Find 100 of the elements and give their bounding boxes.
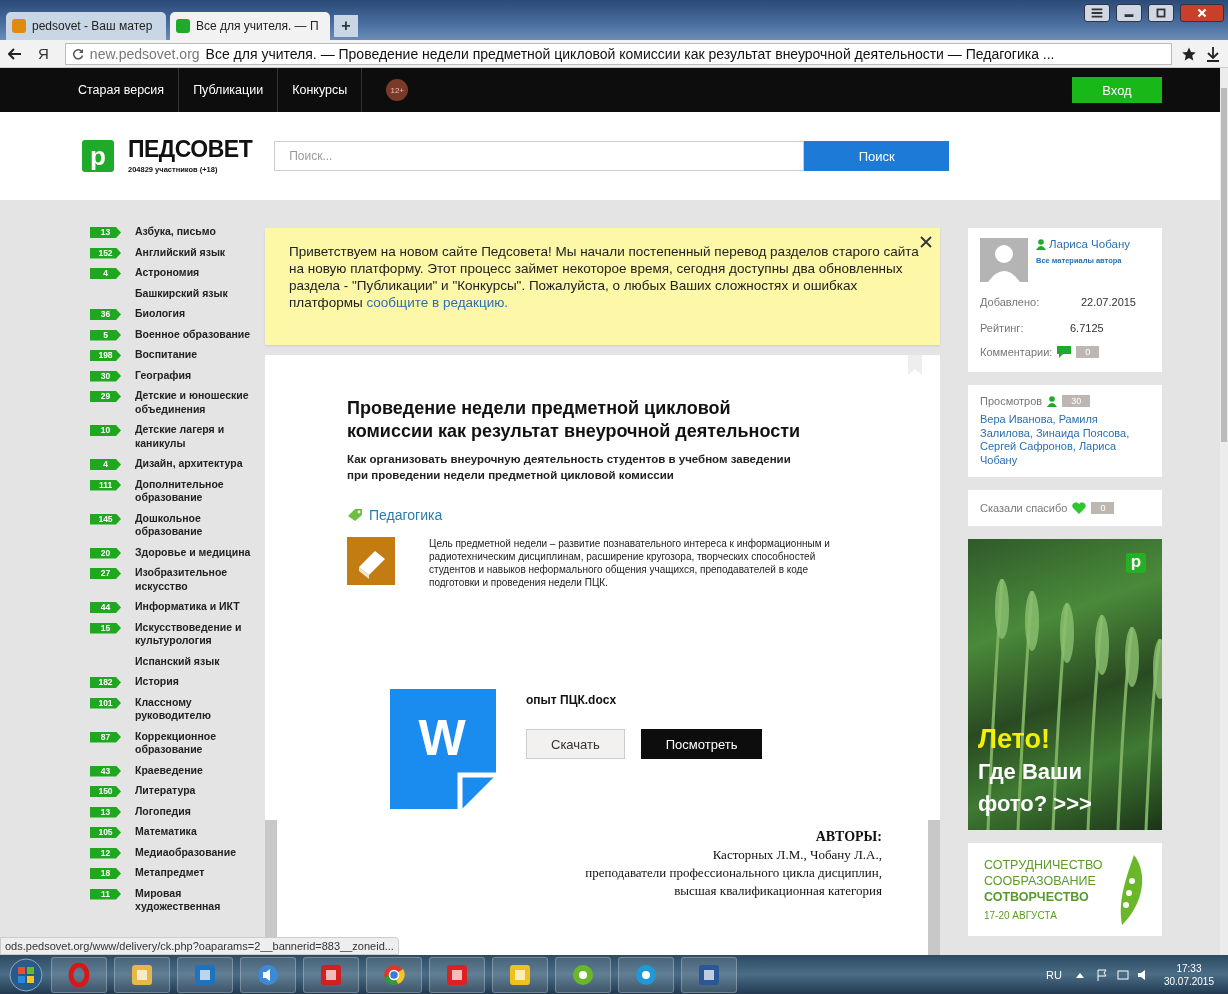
star-icon[interactable] — [1182, 46, 1196, 61]
count-badge: 101 — [90, 697, 121, 709]
skype-taskbar-button[interactable] — [618, 956, 674, 993]
category-link[interactable]: Метапредмет — [135, 866, 265, 880]
category-link[interactable]: Коррекционное образование — [135, 729, 265, 757]
count-badge: 87 — [90, 731, 121, 743]
views-label: Просмотров — [980, 395, 1043, 407]
document-line: Касторных Л.М., Чобану Л.А., — [711, 846, 882, 864]
ad-text: СОТВОРЧЕСТВО — [984, 889, 1090, 905]
document-heading: АВТОРЫ: — [814, 828, 882, 846]
view-button[interactable]: Посмотреть — [640, 729, 763, 759]
download-button[interactable]: Скачать — [526, 729, 625, 759]
category-link[interactable]: История — [135, 675, 265, 689]
category-link[interactable]: Краеведение — [135, 763, 265, 777]
viewer-names[interactable]: Вера Иванова, Рамиля Залилова, Зинаида Поясова, Сергей Сафронов, Лариса Чобану — [980, 413, 1150, 467]
count-badge: 29 — [90, 391, 121, 402]
author-link[interactable]: Лариса Чобану — [1049, 238, 1130, 250]
category-link[interactable]: Детские и юношеские объединения — [135, 389, 265, 416]
category-link[interactable]: Дополнительное образование — [135, 477, 265, 505]
word-app-taskbar-button[interactable] — [681, 956, 737, 993]
restore-icon[interactable] — [1148, 4, 1174, 22]
close-icon[interactable] — [920, 236, 932, 248]
category-link[interactable]: Классному руководителю — [135, 695, 265, 723]
download-icon[interactable] — [1206, 45, 1220, 62]
count-badge: 13 — [90, 806, 121, 818]
speaker-taskbar-button[interactable] — [240, 956, 296, 993]
menu-icon[interactable] — [1084, 4, 1110, 22]
browser-tab[interactable]: Все для учителя. — П — [170, 12, 330, 40]
category-link[interactable]: Логопедия — [135, 804, 265, 818]
clock[interactable]: 17:33 30.07.2015 — [1163, 961, 1214, 988]
address-bar[interactable]: new.pedsovet.org Все для учителя. — Проведение недели предметной цикловой комиссии как результат внеурочной деятельности — Педагогика ... — [64, 42, 1172, 65]
person-icon — [1047, 395, 1058, 407]
chrome-icon — [382, 962, 406, 987]
category-link[interactable]: Изобразительное искусство — [135, 566, 265, 593]
ad-text: СОТРУДНИЧЕСТВО — [984, 857, 1104, 873]
search-field[interactable]: Поиск... — [274, 141, 805, 171]
category-link[interactable]: География — [135, 368, 265, 382]
torrent-taskbar-button[interactable] — [555, 956, 611, 993]
category-link[interactable]: Астрономия — [135, 266, 265, 280]
yandex-taskbar-button[interactable] — [429, 956, 485, 993]
count-badge: 152 — [90, 247, 121, 259]
info-value: 6.7125 — [1070, 322, 1105, 334]
word-document-icon: W — [390, 689, 496, 809]
category-link[interactable]: Башкирский язык — [135, 286, 265, 300]
minimize-icon[interactable] — [1116, 4, 1142, 22]
search-button[interactable]: Поиск — [804, 141, 950, 171]
ad-banner[interactable]: СОТРУДНИЧЕСТВО СООБРАЗОВАНИЕ СОТВОРЧЕСТВО 17-20 АВГУСТА — [968, 843, 1162, 936]
chrome-taskbar-button[interactable] — [366, 956, 422, 993]
category-tag-link[interactable]: Педагогика — [369, 507, 443, 523]
scrollbar-thumb[interactable] — [1221, 88, 1227, 442]
back-arrow-icon[interactable] — [8, 47, 22, 60]
media-player-taskbar-button[interactable] — [177, 956, 233, 993]
new-tab-button[interactable]: + — [334, 15, 358, 37]
start-button[interactable] — [8, 956, 44, 993]
browser-tab[interactable]: pedsovet - Ваш матер — [6, 12, 166, 40]
yandex-button[interactable]: Я — [32, 45, 55, 62]
book-icon — [347, 537, 395, 585]
count-badge: 4 — [90, 459, 121, 470]
category-link[interactable]: Детские лагеря и каникулы — [135, 423, 265, 450]
category-link[interactable]: Искусствоведение и культурология — [135, 620, 265, 648]
folder-taskbar-button[interactable] — [114, 956, 170, 993]
close-icon[interactable] — [1180, 4, 1224, 22]
count-badge: 11 — [90, 888, 121, 900]
category-link[interactable]: Литература — [135, 784, 265, 798]
reload-icon[interactable] — [71, 47, 84, 60]
music-app-taskbar-button[interactable] — [492, 956, 548, 993]
count-badge: 20 — [90, 547, 121, 559]
torrent-icon — [571, 962, 595, 987]
category-link[interactable]: Мировая художественная — [135, 886, 265, 914]
category-link[interactable]: Испанский язык — [135, 654, 265, 668]
count-badge: 30 — [90, 370, 121, 382]
category-link[interactable]: Биология — [135, 307, 265, 321]
category-link[interactable]: Медиаобразование — [135, 845, 265, 859]
count-badge: 4 — [90, 268, 121, 279]
wheat-photo-banner[interactable]: p Лето! Где Ваши фото? >>> — [968, 539, 1162, 830]
category-link[interactable]: Дошкольное образование — [135, 511, 265, 539]
logo-text[interactable]: ПЕДСОВЕТ — [128, 138, 253, 161]
comments-label: Комментарии: — [980, 346, 1053, 358]
category-link[interactable]: Математика — [135, 825, 265, 839]
y-browser-taskbar-button[interactable] — [303, 956, 359, 993]
category-link[interactable]: Воспитание — [135, 348, 265, 362]
category-link[interactable]: Дизайн, архитектура — [135, 457, 265, 471]
avatar-placeholder — [980, 238, 1028, 282]
contact-link[interactable]: сообщите в редакцию. — [366, 295, 509, 310]
url-text: new.pedsovet.org — [89, 45, 200, 62]
age-rating-badge: 12+ — [386, 79, 409, 101]
category-link[interactable]: Азбука, письмо — [135, 225, 265, 239]
opera-taskbar-button[interactable] — [51, 956, 107, 993]
info-label: Добавлено: — [980, 296, 1040, 308]
count-badge: 12 — [90, 847, 121, 859]
banner-headline: Лето! — [978, 723, 1051, 756]
category-link[interactable]: Военное образование — [135, 327, 265, 341]
count-badge: 0 — [1076, 346, 1100, 358]
category-link[interactable]: Здоровье и медицина — [135, 545, 265, 559]
category-link[interactable]: Английский язык — [135, 245, 265, 259]
comment-icon — [1057, 346, 1072, 358]
language-indicator[interactable]: RU — [1046, 968, 1062, 981]
category-link[interactable]: Информатика и ИКТ — [135, 600, 265, 614]
logo-mark: p — [1126, 553, 1146, 573]
skype-icon — [634, 962, 658, 987]
